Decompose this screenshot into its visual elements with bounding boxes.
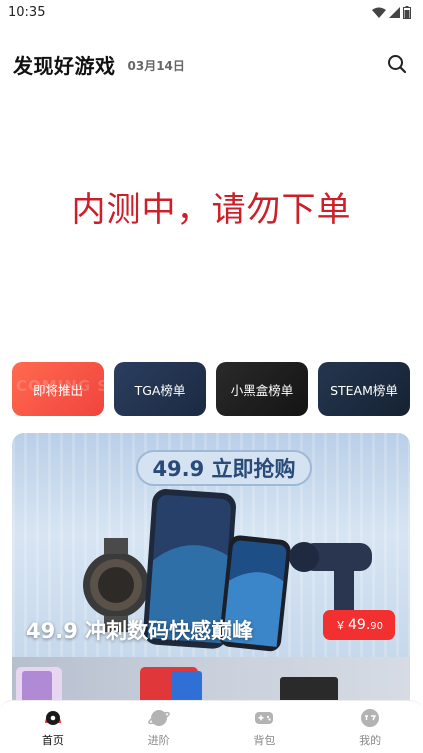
bottom-nav: 首页 进阶 背包 我的 [0, 700, 423, 753]
nav-advanced[interactable]: 进阶 [106, 701, 212, 753]
profile-icon [359, 707, 381, 729]
nav-label: 进阶 [147, 733, 170, 747]
nav-label: 首页 [41, 733, 64, 747]
ranking-row: COMING SOON 即将推出 TGA榜单 小黑盒榜单 STEAM榜单 [12, 362, 410, 416]
ranking-heihe-card[interactable]: 小黑盒榜单 [216, 362, 308, 416]
search-button[interactable] [385, 52, 409, 76]
banner-pill: 49.9 立即抢购 [136, 450, 312, 486]
battery-icon [403, 5, 411, 19]
search-icon [388, 55, 407, 74]
signal-icon [389, 6, 400, 18]
page-date: 03月14日 [127, 59, 185, 73]
header: 发现好游戏 03月14日 [0, 46, 423, 82]
ranking-label: 小黑盒榜单 [230, 382, 294, 398]
gamepad-icon [253, 707, 275, 729]
price-tag: ￥ 49. 90 [323, 610, 395, 640]
second-banner[interactable] [12, 657, 410, 700]
status-bar: 10:35 [0, 0, 423, 24]
ranking-label: STEAM榜单 [330, 382, 398, 398]
home-icon [42, 707, 64, 729]
planet-icon [147, 707, 170, 729]
ranking-upcoming-card[interactable]: COMING SOON 即将推出 [12, 362, 104, 416]
ranking-tga-card[interactable]: TGA榜单 [114, 362, 206, 416]
promo-banner[interactable]: 49.9 立即抢购 49.9 冲刺数码快感巅峰 ￥ 49. 90 [12, 433, 410, 657]
nav-home[interactable]: 首页 [0, 701, 106, 753]
page-title: 发现好游戏 [13, 53, 116, 78]
nav-profile[interactable]: 我的 [317, 701, 423, 753]
banner-headline: 49.9 冲刺数码快感巅峰 [26, 619, 254, 643]
nav-label: 我的 [359, 733, 382, 747]
status-icons [372, 5, 411, 19]
ranking-label: 即将推出 [32, 382, 83, 398]
ranking-steam-card[interactable]: STEAM榜单 [318, 362, 410, 416]
notice-text: 内测中，请勿下单 [71, 190, 352, 230]
nav-label: 背包 [253, 733, 276, 747]
price-integer: 49. [348, 617, 371, 633]
nav-backpack[interactable]: 背包 [212, 701, 318, 753]
price-decimal: 90 [370, 621, 383, 632]
price-currency: ￥ [335, 619, 346, 632]
second-banner-image [16, 667, 338, 700]
ranking-label: TGA榜单 [134, 382, 186, 398]
status-time: 10:35 [8, 4, 46, 20]
wifi-icon [372, 7, 386, 18]
